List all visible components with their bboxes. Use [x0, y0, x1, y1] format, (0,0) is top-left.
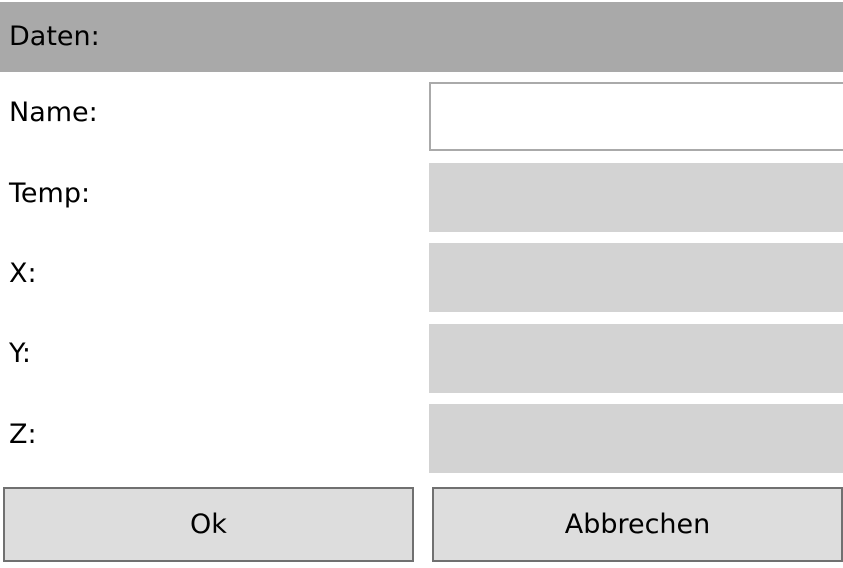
- section-title: Daten:: [9, 21, 100, 52]
- name-input[interactable]: [429, 82, 843, 151]
- data-dialog: Daten: Name: Temp: X: Y: Z: Ok Abbrechen: [0, 0, 843, 568]
- y-label: Y:: [9, 338, 32, 369]
- x-label: X:: [9, 258, 37, 289]
- section-header: Daten:: [0, 2, 843, 72]
- cancel-button[interactable]: Abbrechen: [432, 487, 843, 562]
- temp-field[interactable]: [429, 163, 843, 232]
- name-label: Name:: [9, 97, 98, 128]
- x-field[interactable]: [429, 243, 843, 312]
- temp-label: Temp:: [9, 178, 91, 209]
- z-field[interactable]: [429, 404, 843, 473]
- ok-button[interactable]: Ok: [3, 487, 414, 562]
- z-label: Z:: [9, 419, 37, 450]
- y-field[interactable]: [429, 324, 843, 393]
